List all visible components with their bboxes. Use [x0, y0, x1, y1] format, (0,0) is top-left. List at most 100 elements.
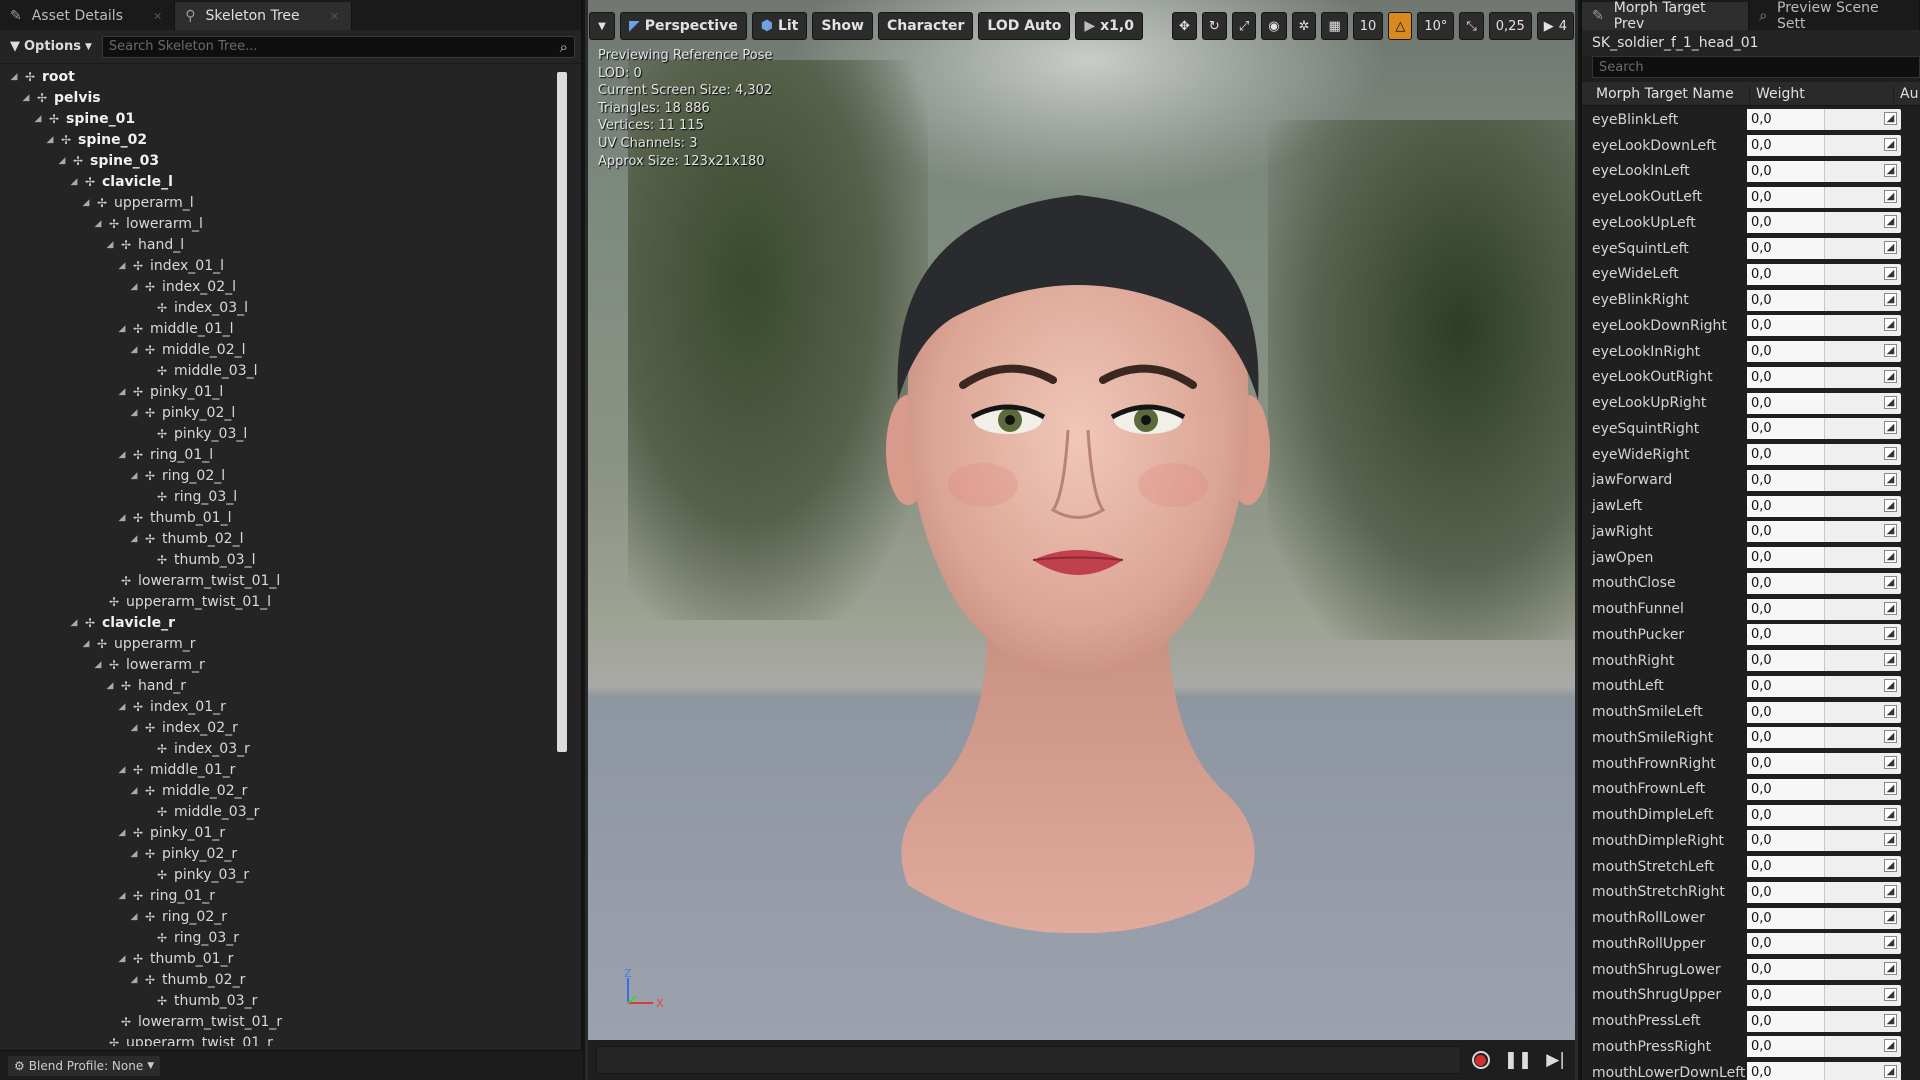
weight-value[interactable]: 0,0 — [1747, 804, 1825, 826]
weight-value[interactable]: 0,0 — [1747, 753, 1825, 775]
tree-row[interactable]: ◢ ✢ thumb_02_r — [0, 969, 560, 990]
weight-slider[interactable]: 0,0 ◢ — [1747, 186, 1901, 208]
weight-slider[interactable]: 0,0 ◢ — [1747, 418, 1901, 440]
tree-row[interactable]: ◢ ✢ middle_01_r — [0, 759, 560, 780]
weight-slider[interactable]: 0,0 ◢ — [1747, 624, 1901, 646]
tree-row[interactable]: ✢ upperarm_twist_01_r — [0, 1032, 560, 1047]
weight-slider[interactable]: 0,0 ◢ — [1747, 675, 1901, 697]
tree-row[interactable]: ◢ ✢ middle_02_l — [0, 339, 560, 360]
tree-row[interactable]: ✢ index_03_r — [0, 738, 560, 759]
tree-row[interactable]: ✢ thumb_03_r — [0, 990, 560, 1011]
expand-arrow-icon[interactable]: ◢ — [128, 282, 140, 292]
expand-arrow-icon[interactable]: ◢ — [104, 240, 116, 250]
morph-target-row[interactable]: eyeLookOutRight 0,0 ◢ — [1582, 365, 1920, 391]
weight-value[interactable]: 0,0 — [1747, 392, 1825, 414]
auto-fill-checkbox[interactable]: ◢ — [1884, 936, 1897, 950]
weight-value[interactable]: 0,0 — [1747, 109, 1825, 131]
weight-value[interactable]: 0,0 — [1747, 830, 1825, 852]
expand-arrow-icon[interactable]: ◢ — [116, 261, 128, 271]
weight-slider[interactable]: 0,0 ◢ — [1747, 572, 1901, 594]
weight-slider[interactable]: 0,0 ◢ — [1747, 907, 1901, 929]
expand-arrow-icon[interactable]: ◢ — [128, 534, 140, 544]
tree-row[interactable]: ✢ pinky_03_r — [0, 864, 560, 885]
auto-fill-checkbox[interactable]: ◢ — [1884, 1013, 1897, 1027]
rotation-snap-value[interactable]: 10° — [1417, 12, 1455, 40]
auto-fill-checkbox[interactable]: ◢ — [1884, 575, 1897, 589]
expand-arrow-icon[interactable]: ◢ — [116, 387, 128, 397]
tree-row[interactable]: ◢ ✢ thumb_01_l — [0, 507, 560, 528]
auto-fill-checkbox[interactable]: ◢ — [1884, 112, 1897, 126]
morph-target-row[interactable]: eyeLookUpLeft 0,0 ◢ — [1582, 210, 1920, 236]
weight-slider[interactable]: 0,0 ◢ — [1747, 366, 1901, 388]
tree-row[interactable]: ✢ middle_03_r — [0, 801, 560, 822]
weight-value[interactable]: 0,0 — [1747, 1062, 1825, 1080]
expand-arrow-icon[interactable]: ◢ — [128, 408, 140, 418]
auto-fill-checkbox[interactable]: ◢ — [1884, 498, 1897, 512]
tab-asset-details[interactable]: ✎ Asset Details ✕ — [0, 2, 176, 30]
character-button[interactable]: Character — [877, 12, 974, 40]
expand-arrow-icon[interactable]: ◢ — [68, 177, 80, 187]
weight-slider[interactable]: 0,0 ◢ — [1747, 1010, 1901, 1032]
tree-row[interactable]: ✢ middle_03_l — [0, 360, 560, 381]
weight-value[interactable]: 0,0 — [1747, 418, 1825, 440]
lit-button[interactable]: ⬢ Lit — [751, 12, 808, 40]
record-button[interactable] — [1471, 1051, 1490, 1069]
morph-target-row[interactable]: eyeLookInRight 0,0 ◢ — [1582, 339, 1920, 365]
weight-slider[interactable]: 0,0 ◢ — [1747, 160, 1901, 182]
head-mesh[interactable] — [868, 185, 1288, 945]
auto-fill-checkbox[interactable]: ◢ — [1884, 833, 1897, 847]
expand-arrow-icon[interactable]: ◢ — [104, 681, 116, 691]
expand-arrow-icon[interactable]: ◢ — [128, 849, 140, 859]
auto-fill-checkbox[interactable]: ◢ — [1884, 524, 1897, 538]
morph-target-row[interactable]: mouthShrugUpper 0,0 ◢ — [1582, 983, 1920, 1009]
show-button[interactable]: Show — [812, 12, 873, 40]
weight-slider[interactable]: 0,0 ◢ — [1747, 392, 1901, 414]
pause-icon[interactable]: ❚❚ — [1504, 1050, 1533, 1070]
weight-value[interactable]: 0,0 — [1747, 1036, 1825, 1058]
expand-arrow-icon[interactable]: ◢ — [92, 660, 104, 670]
auto-fill-checkbox[interactable]: ◢ — [1884, 884, 1897, 898]
morph-target-row[interactable]: mouthClose 0,0 ◢ — [1582, 571, 1920, 597]
morph-target-row[interactable]: jawLeft 0,0 ◢ — [1582, 493, 1920, 519]
auto-fill-checkbox[interactable]: ◢ — [1884, 1039, 1897, 1053]
auto-fill-checkbox[interactable]: ◢ — [1884, 756, 1897, 770]
weight-slider[interactable]: 0,0 ◢ — [1747, 856, 1901, 878]
weight-slider[interactable]: 0,0 ◢ — [1747, 881, 1901, 903]
expand-arrow-icon[interactable]: ◢ — [128, 912, 140, 922]
search-icon[interactable]: ⌕ — [560, 38, 568, 56]
weight-slider[interactable]: 0,0 ◢ — [1747, 933, 1901, 955]
weight-slider[interactable]: 0,0 ◢ — [1747, 263, 1901, 285]
weight-slider[interactable]: 0,0 ◢ — [1747, 135, 1901, 157]
weight-value[interactable]: 0,0 — [1747, 778, 1825, 800]
tree-row[interactable]: ◢ ✢ index_02_r — [0, 717, 560, 738]
weight-slider[interactable]: 0,0 ◢ — [1747, 598, 1901, 620]
auto-fill-checkbox[interactable]: ◢ — [1884, 369, 1897, 383]
expand-arrow-icon[interactable]: ◢ — [128, 345, 140, 355]
auto-fill-checkbox[interactable]: ◢ — [1884, 344, 1897, 358]
auto-fill-checkbox[interactable]: ◢ — [1884, 910, 1897, 924]
expand-arrow-icon[interactable]: ◢ — [80, 639, 92, 649]
column-header-auto[interactable]: Au — [1894, 86, 1918, 102]
auto-fill-checkbox[interactable]: ◢ — [1884, 215, 1897, 229]
morph-target-row[interactable]: mouthSmileRight 0,0 ◢ — [1582, 725, 1920, 751]
auto-fill-checkbox[interactable]: ◢ — [1884, 241, 1897, 255]
tree-row[interactable]: ◢ ✢ pelvis — [0, 87, 560, 108]
morph-target-row[interactable]: eyeBlinkLeft 0,0 ◢ — [1582, 107, 1920, 133]
morph-target-row[interactable]: mouthSmileLeft 0,0 ◢ — [1582, 699, 1920, 725]
weight-value[interactable]: 0,0 — [1747, 135, 1825, 157]
auto-fill-checkbox[interactable]: ◢ — [1884, 1065, 1897, 1079]
expand-arrow-icon[interactable]: ◢ — [116, 324, 128, 334]
morph-target-row[interactable]: eyeLookDownLeft 0,0 ◢ — [1582, 133, 1920, 159]
tree-row[interactable]: ◢ ✢ hand_r — [0, 675, 560, 696]
weight-value[interactable]: 0,0 — [1747, 263, 1825, 285]
morph-target-row[interactable]: mouthDimpleRight 0,0 ◢ — [1582, 828, 1920, 854]
weight-slider[interactable]: 0,0 ◢ — [1747, 984, 1901, 1006]
weight-value[interactable]: 0,0 — [1747, 727, 1825, 749]
morph-target-row[interactable]: eyeWideRight 0,0 ◢ — [1582, 442, 1920, 468]
weight-value[interactable]: 0,0 — [1747, 238, 1825, 260]
weight-value[interactable]: 0,0 — [1747, 186, 1825, 208]
auto-fill-checkbox[interactable]: ◢ — [1884, 678, 1897, 692]
tree-row[interactable]: ✢ lowerarm_twist_01_r — [0, 1011, 560, 1032]
weight-value[interactable]: 0,0 — [1747, 675, 1825, 697]
auto-fill-checkbox[interactable]: ◢ — [1884, 550, 1897, 564]
